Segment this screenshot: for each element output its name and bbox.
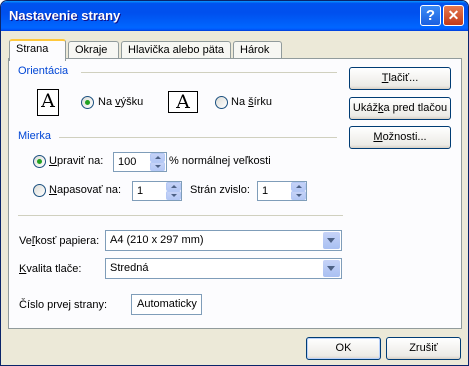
scale-group-divider bbox=[59, 137, 337, 138]
fit-to-label[interactable]: Napasovať na: bbox=[49, 184, 121, 196]
ok-button[interactable]: OK bbox=[306, 337, 381, 360]
orientation-group-divider bbox=[81, 72, 337, 73]
first-page-number-input[interactable]: Automaticky bbox=[131, 294, 202, 315]
spin-up-icon[interactable] bbox=[166, 182, 181, 191]
tab-page[interactable]: Strana bbox=[9, 39, 66, 61]
spin-up-icon[interactable] bbox=[150, 153, 165, 162]
print-quality-value: Stredná bbox=[110, 262, 149, 274]
chevron-down-icon[interactable] bbox=[323, 260, 340, 277]
close-button[interactable]: ✕ bbox=[443, 5, 464, 26]
paper-size-value: A4 (210 x 297 mm) bbox=[110, 234, 204, 246]
help-button[interactable]: ? bbox=[420, 5, 441, 26]
paper-size-select[interactable]: A4 (210 x 297 mm) bbox=[105, 230, 342, 251]
tab-header-footer[interactable]: Hlavička alebo päta bbox=[121, 41, 231, 59]
chevron-down-icon[interactable] bbox=[323, 232, 340, 249]
landscape-radio[interactable] bbox=[215, 96, 228, 109]
spin-down-icon[interactable] bbox=[150, 162, 165, 171]
options-button[interactable]: Možnosti... bbox=[349, 126, 451, 149]
section-separator bbox=[18, 215, 343, 216]
orientation-group-label: Orientácia bbox=[18, 65, 69, 77]
portrait-page-icon: A bbox=[37, 89, 59, 116]
first-page-number-label: Číslo prvej strany: bbox=[19, 299, 108, 311]
pages-tall-stepper[interactable] bbox=[291, 182, 306, 200]
title-bar[interactable]: Nastavenie strany ? ✕ bbox=[1, 1, 468, 31]
page-setup-dialog: Nastavenie strany ? ✕ Strana Okraje Hlav… bbox=[0, 0, 469, 366]
spin-down-icon[interactable] bbox=[166, 191, 181, 200]
tab-sheet[interactable]: Hárok bbox=[233, 41, 282, 59]
spin-down-icon[interactable] bbox=[291, 191, 306, 200]
first-page-number-value: Automaticky bbox=[137, 298, 197, 310]
dialog-title: Nastavenie strany bbox=[9, 8, 121, 23]
pages-wide-value: 1 bbox=[137, 185, 144, 197]
print-quality-select[interactable]: Stredná bbox=[105, 258, 342, 279]
adjust-to-radio[interactable] bbox=[33, 155, 46, 168]
portrait-label[interactable]: Na výšku bbox=[98, 96, 143, 108]
tab-panel-page: Orientácia A Na výšku A Na šírku Mierka … bbox=[8, 58, 462, 329]
scale-percent-stepper[interactable] bbox=[150, 153, 165, 171]
landscape-page-icon: A bbox=[168, 91, 198, 113]
print-quality-label: Kvalita tlače: bbox=[19, 263, 82, 275]
pages-wide-stepper[interactable] bbox=[166, 182, 181, 200]
percent-normal-size-label: % normálnej veľkosti bbox=[169, 155, 271, 167]
scale-group-label: Mierka bbox=[18, 130, 52, 142]
cancel-button[interactable]: Zrušiť bbox=[386, 337, 461, 360]
fit-to-radio[interactable] bbox=[33, 184, 46, 197]
paper-size-label: Veľkosť papiera: bbox=[19, 235, 100, 247]
pages-tall-value: 1 bbox=[262, 185, 269, 197]
print-preview-button[interactable]: Ukážka pred tlačou bbox=[349, 97, 451, 120]
tab-margins[interactable]: Okraje bbox=[68, 41, 119, 59]
scale-percent-value: 100 bbox=[118, 156, 137, 168]
adjust-to-label[interactable]: Upraviť na: bbox=[49, 155, 103, 167]
landscape-label[interactable]: Na šírku bbox=[231, 96, 272, 108]
spin-up-icon[interactable] bbox=[291, 182, 306, 191]
pages-tall-label: Strán zvislo: bbox=[190, 184, 250, 196]
print-button[interactable]: Tlačiť... bbox=[349, 67, 451, 90]
portrait-radio[interactable] bbox=[81, 96, 94, 109]
